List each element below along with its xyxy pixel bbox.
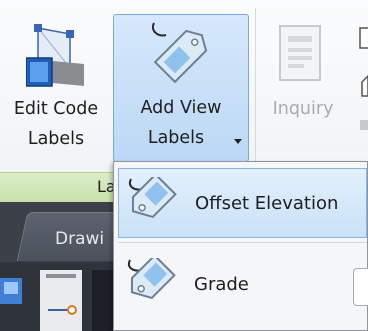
inquiry-button[interactable]: Inquiry	[258, 0, 348, 168]
tag-icon	[152, 22, 208, 83]
inquiry-label: Inquiry	[272, 99, 334, 119]
add-view-labels-button[interactable]: Add View Labels	[113, 14, 249, 162]
edit-code-labels-line1: Edit Code	[13, 99, 99, 119]
inquiry-icon	[279, 25, 321, 81]
add-view-labels-line1: Add View	[140, 98, 222, 118]
tag-icon	[129, 177, 177, 219]
menu-item-label: Grade	[194, 274, 249, 295]
menu-item-offset-elevation[interactable]: Offset Elevation	[118, 168, 367, 238]
chevron-down-icon	[234, 139, 242, 144]
menu-divider	[118, 242, 367, 243]
add-view-labels-menu: Offset Elevation Grade	[113, 161, 368, 331]
side-control[interactable]	[353, 268, 368, 306]
menu-item-label: Offset Elevation	[195, 193, 339, 214]
drawing-tab-label: Drawi	[55, 229, 105, 249]
overflow-tool-icons	[359, 27, 368, 130]
tool-strip-icons[interactable]	[0, 270, 120, 331]
edit-code-labels-line2: Labels	[27, 129, 85, 149]
edit-code-labels-button[interactable]: Edit Code Labels	[0, 0, 112, 168]
menu-item-grade[interactable]: Grade	[118, 250, 368, 320]
panel-title-bar: La	[0, 172, 120, 203]
tag-icon	[128, 258, 176, 300]
ribbon-separator	[255, 8, 256, 164]
add-view-labels-line2: Labels	[147, 128, 205, 148]
edit-code-labels-icon	[26, 24, 84, 87]
